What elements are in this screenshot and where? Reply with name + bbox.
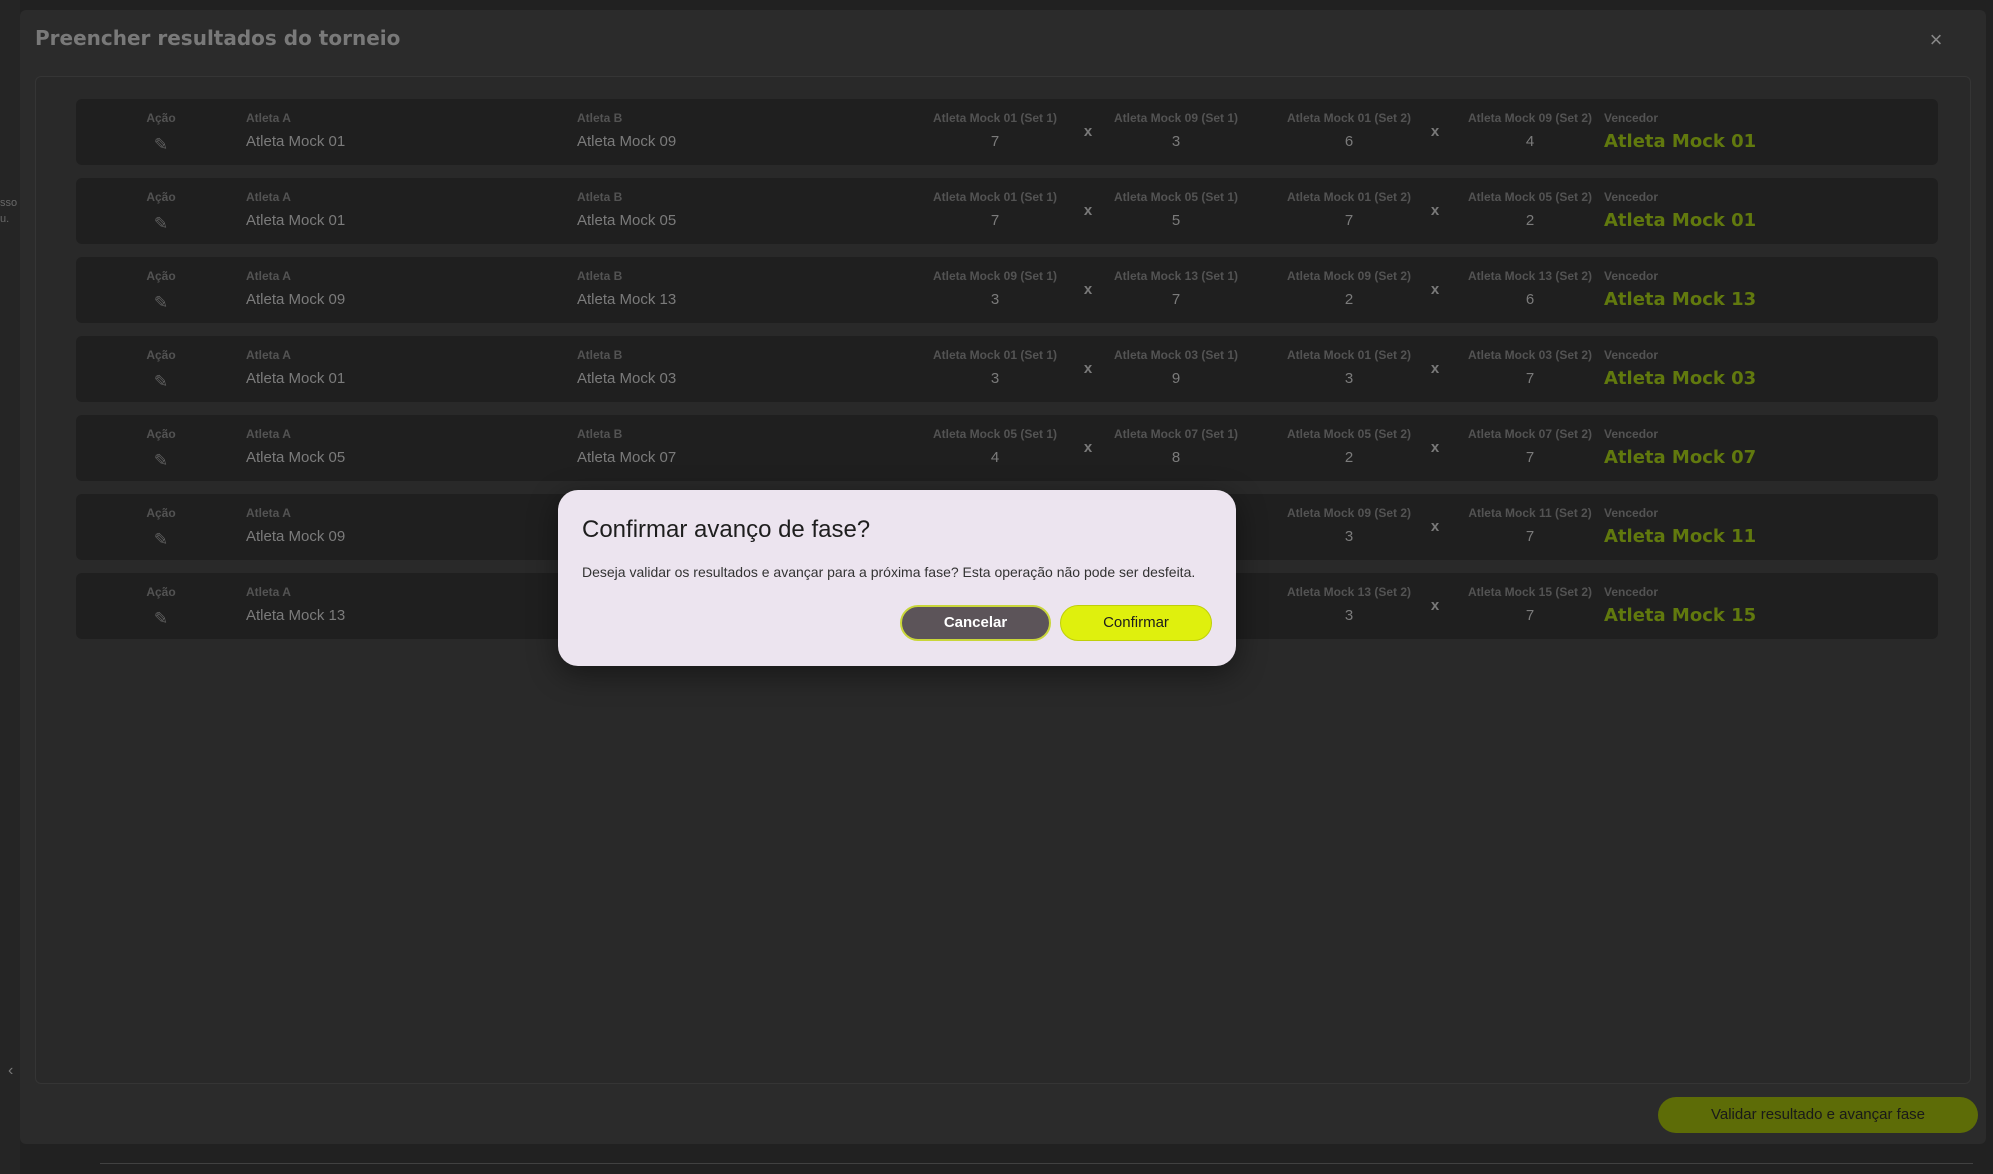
dialog-title: Confirmar avanço de fase? [582, 516, 871, 543]
dialog-message: Deseja validar os resultados e avançar p… [582, 564, 1196, 580]
confirm-button[interactable]: Confirmar [1060, 605, 1212, 641]
cancel-button[interactable]: Cancelar [900, 605, 1051, 641]
confirm-dialog: Confirmar avanço de fase? Deseja validar… [558, 490, 1236, 666]
